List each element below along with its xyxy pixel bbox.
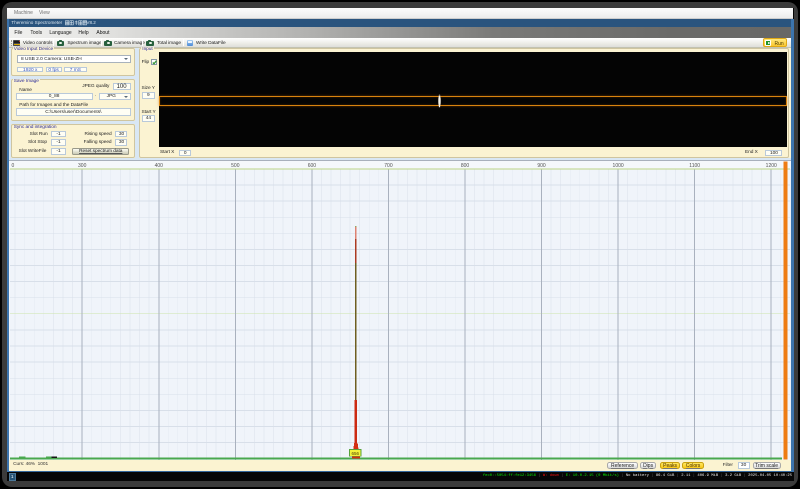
svg-text:600: 600 xyxy=(308,163,317,169)
svg-text:1000: 1000 xyxy=(613,163,624,169)
svg-text:900: 900 xyxy=(538,163,547,169)
svg-text:400: 400 xyxy=(155,163,164,169)
svg-text:1200: 1200 xyxy=(766,163,777,169)
svg-text:800: 800 xyxy=(461,163,470,169)
svg-text:300: 300 xyxy=(78,163,87,169)
svg-text:0: 0 xyxy=(12,163,15,169)
svg-text:500: 500 xyxy=(232,163,241,169)
svg-text:656: 656 xyxy=(352,451,360,456)
svg-text:700: 700 xyxy=(385,163,394,169)
svg-text:1100: 1100 xyxy=(690,163,701,169)
